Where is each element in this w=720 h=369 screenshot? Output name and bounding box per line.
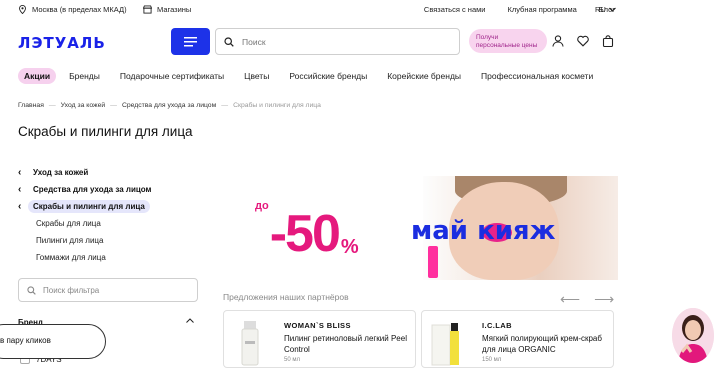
breadcrumb-current: Скрабы и пилинги для лица xyxy=(233,102,321,109)
sidebar-item-scrubs-peels[interactable]: ‹ Скрабы и пилинги для лица xyxy=(18,198,151,215)
personal-prices-button[interactable]: Получи персональные цены xyxy=(469,29,547,53)
discount-badge: до -50 % xyxy=(255,200,359,262)
breadcrumb-separator: — xyxy=(221,102,229,109)
contact-link[interactable]: Связаться с нами xyxy=(424,5,486,14)
discount-prefix: до xyxy=(255,200,269,212)
assistant-portrait-icon xyxy=(672,308,714,363)
filter-search-placeholder: Поиск фильтра xyxy=(43,285,100,295)
chevron-left-icon: ‹ xyxy=(18,167,22,178)
location-label: Москва (в пределах МКАД) xyxy=(32,5,127,14)
chat-assistant-avatar[interactable] xyxy=(672,308,714,363)
discount-percent: % xyxy=(340,236,359,258)
sidebar-item-skin-care[interactable]: ‹ Уход за кожей xyxy=(18,164,151,181)
product-name: Пилинг ретиноловый легкий Peel Control xyxy=(284,334,407,354)
sidebar-item-label: Скрабы для лица xyxy=(36,219,101,228)
sidebar-item-face-peels[interactable]: Пилинги для лица xyxy=(18,232,151,249)
breadcrumb: Главная — Уход за кожей — Средства для у… xyxy=(18,102,321,109)
nav-item-russian-brands[interactable]: Российские бренды xyxy=(289,71,367,81)
stores-link[interactable]: Магазины xyxy=(143,5,191,14)
store-icon xyxy=(143,5,152,14)
promo-line-1: Получи xyxy=(476,34,499,41)
carousel-controls: ⟵ ⟶ xyxy=(560,291,614,308)
quick-order-button[interactable]: в пару кликов xyxy=(0,324,106,359)
quick-order-label: в пару кликов xyxy=(0,336,51,345)
chevron-left-icon: ‹ xyxy=(18,201,22,212)
chevron-left-icon: ‹ xyxy=(18,184,22,195)
breadcrumb-skin-care[interactable]: Уход за кожей xyxy=(61,102,105,109)
promo-banner[interactable]: до -50 % май кияж xyxy=(223,176,618,280)
chevron-down-icon xyxy=(608,7,616,12)
cart-icon[interactable] xyxy=(602,35,614,47)
sidebar-item-face-care[interactable]: ‹ Средства для ухода за лицом xyxy=(18,181,151,198)
product-image-peel xyxy=(241,321,259,366)
product-brand: I.C.LAB xyxy=(482,321,512,330)
sidebar-item-label: Скрабы и пилинги для лица xyxy=(28,200,150,213)
chevron-up-icon xyxy=(186,318,194,323)
category-sidebar: ‹ Уход за кожей ‹ Средства для ухода за … xyxy=(18,164,151,266)
product-brand: WOMAN`S BLISS xyxy=(284,321,351,330)
menu-icon xyxy=(184,36,197,46)
product-volume: 150 мл xyxy=(482,357,502,363)
partner-offers-heading: Предложения наших партнёров xyxy=(223,292,349,302)
arrow-left-icon[interactable]: ⟵ xyxy=(560,291,580,308)
page-title: Скрабы и пилинги для лица xyxy=(18,124,193,139)
breadcrumb-home[interactable]: Главная xyxy=(18,102,44,109)
product-card[interactable]: WOMAN`S BLISS Пилинг ретиноловый легкий … xyxy=(223,310,416,368)
sidebar-item-face-scrubs[interactable]: Скрабы для лица xyxy=(18,215,151,232)
nav-item-korean-brands[interactable]: Корейские бренды xyxy=(387,71,461,81)
search-box[interactable] xyxy=(215,28,460,55)
catalog-menu-button[interactable] xyxy=(171,28,210,55)
banner-wordmark: май кияж xyxy=(411,216,556,246)
product-card[interactable]: I.C.LAB Мягкий полирующий крем-скраб для… xyxy=(421,310,614,368)
filter-search-field[interactable]: Поиск фильтра xyxy=(18,278,198,302)
product-name: Мягкий полирующий крем-скраб для лица OR… xyxy=(482,334,602,354)
search-input[interactable] xyxy=(242,36,442,47)
location-selector[interactable]: Москва (в пределах МКАД) xyxy=(18,5,127,14)
sidebar-item-label: Средства для ухода за лицом xyxy=(33,185,152,194)
logo[interactable]: ЛЭТУАЛЬ xyxy=(18,34,106,52)
sidebar-item-label: Пилинги для лица xyxy=(36,236,104,245)
sidebar-item-label: Уход за кожей xyxy=(33,168,89,177)
banner-lipstick-tube xyxy=(428,246,438,278)
breadcrumb-face-care[interactable]: Средства для ухода за лицом xyxy=(122,102,216,109)
search-icon xyxy=(224,36,234,47)
product-volume: 50 мл xyxy=(284,357,300,363)
breadcrumb-separator: — xyxy=(110,102,117,109)
nav-item-flowers[interactable]: Цветы xyxy=(244,71,269,81)
stores-label: Магазины xyxy=(157,5,192,14)
header: ЛЭТУАЛЬ Получи персональные цены xyxy=(0,24,720,62)
promo-line-2: персональные цены xyxy=(476,41,538,49)
sidebar-item-gommages[interactable]: Гоммажи для лица xyxy=(18,249,151,266)
language-selector[interactable]: RU xyxy=(595,5,616,14)
map-pin-icon xyxy=(19,5,26,14)
top-bar: Москва (в пределах МКАД) Магазины Связат… xyxy=(0,0,720,20)
main-nav: Акции Бренды Подарочные сертификаты Цвет… xyxy=(18,68,618,84)
nav-item-brands[interactable]: Бренды xyxy=(69,71,100,81)
discount-value: -50 xyxy=(269,205,341,263)
search-icon xyxy=(27,285,36,295)
arrow-right-icon[interactable]: ⟶ xyxy=(594,291,614,308)
nav-item-professional[interactable]: Профессиональная космети xyxy=(481,71,593,81)
nav-item-sales[interactable]: Акции xyxy=(18,68,57,84)
user-icon[interactable] xyxy=(552,35,564,47)
heart-icon[interactable] xyxy=(577,35,589,47)
club-program-link[interactable]: Клубная программа xyxy=(507,5,576,14)
product-image-scrub xyxy=(431,323,459,366)
language-label: RU xyxy=(595,5,606,14)
breadcrumb-separator: — xyxy=(48,102,56,109)
sidebar-item-label: Гоммажи для лица xyxy=(36,253,106,262)
nav-item-gift-cards[interactable]: Подарочные сертификаты xyxy=(120,71,224,81)
